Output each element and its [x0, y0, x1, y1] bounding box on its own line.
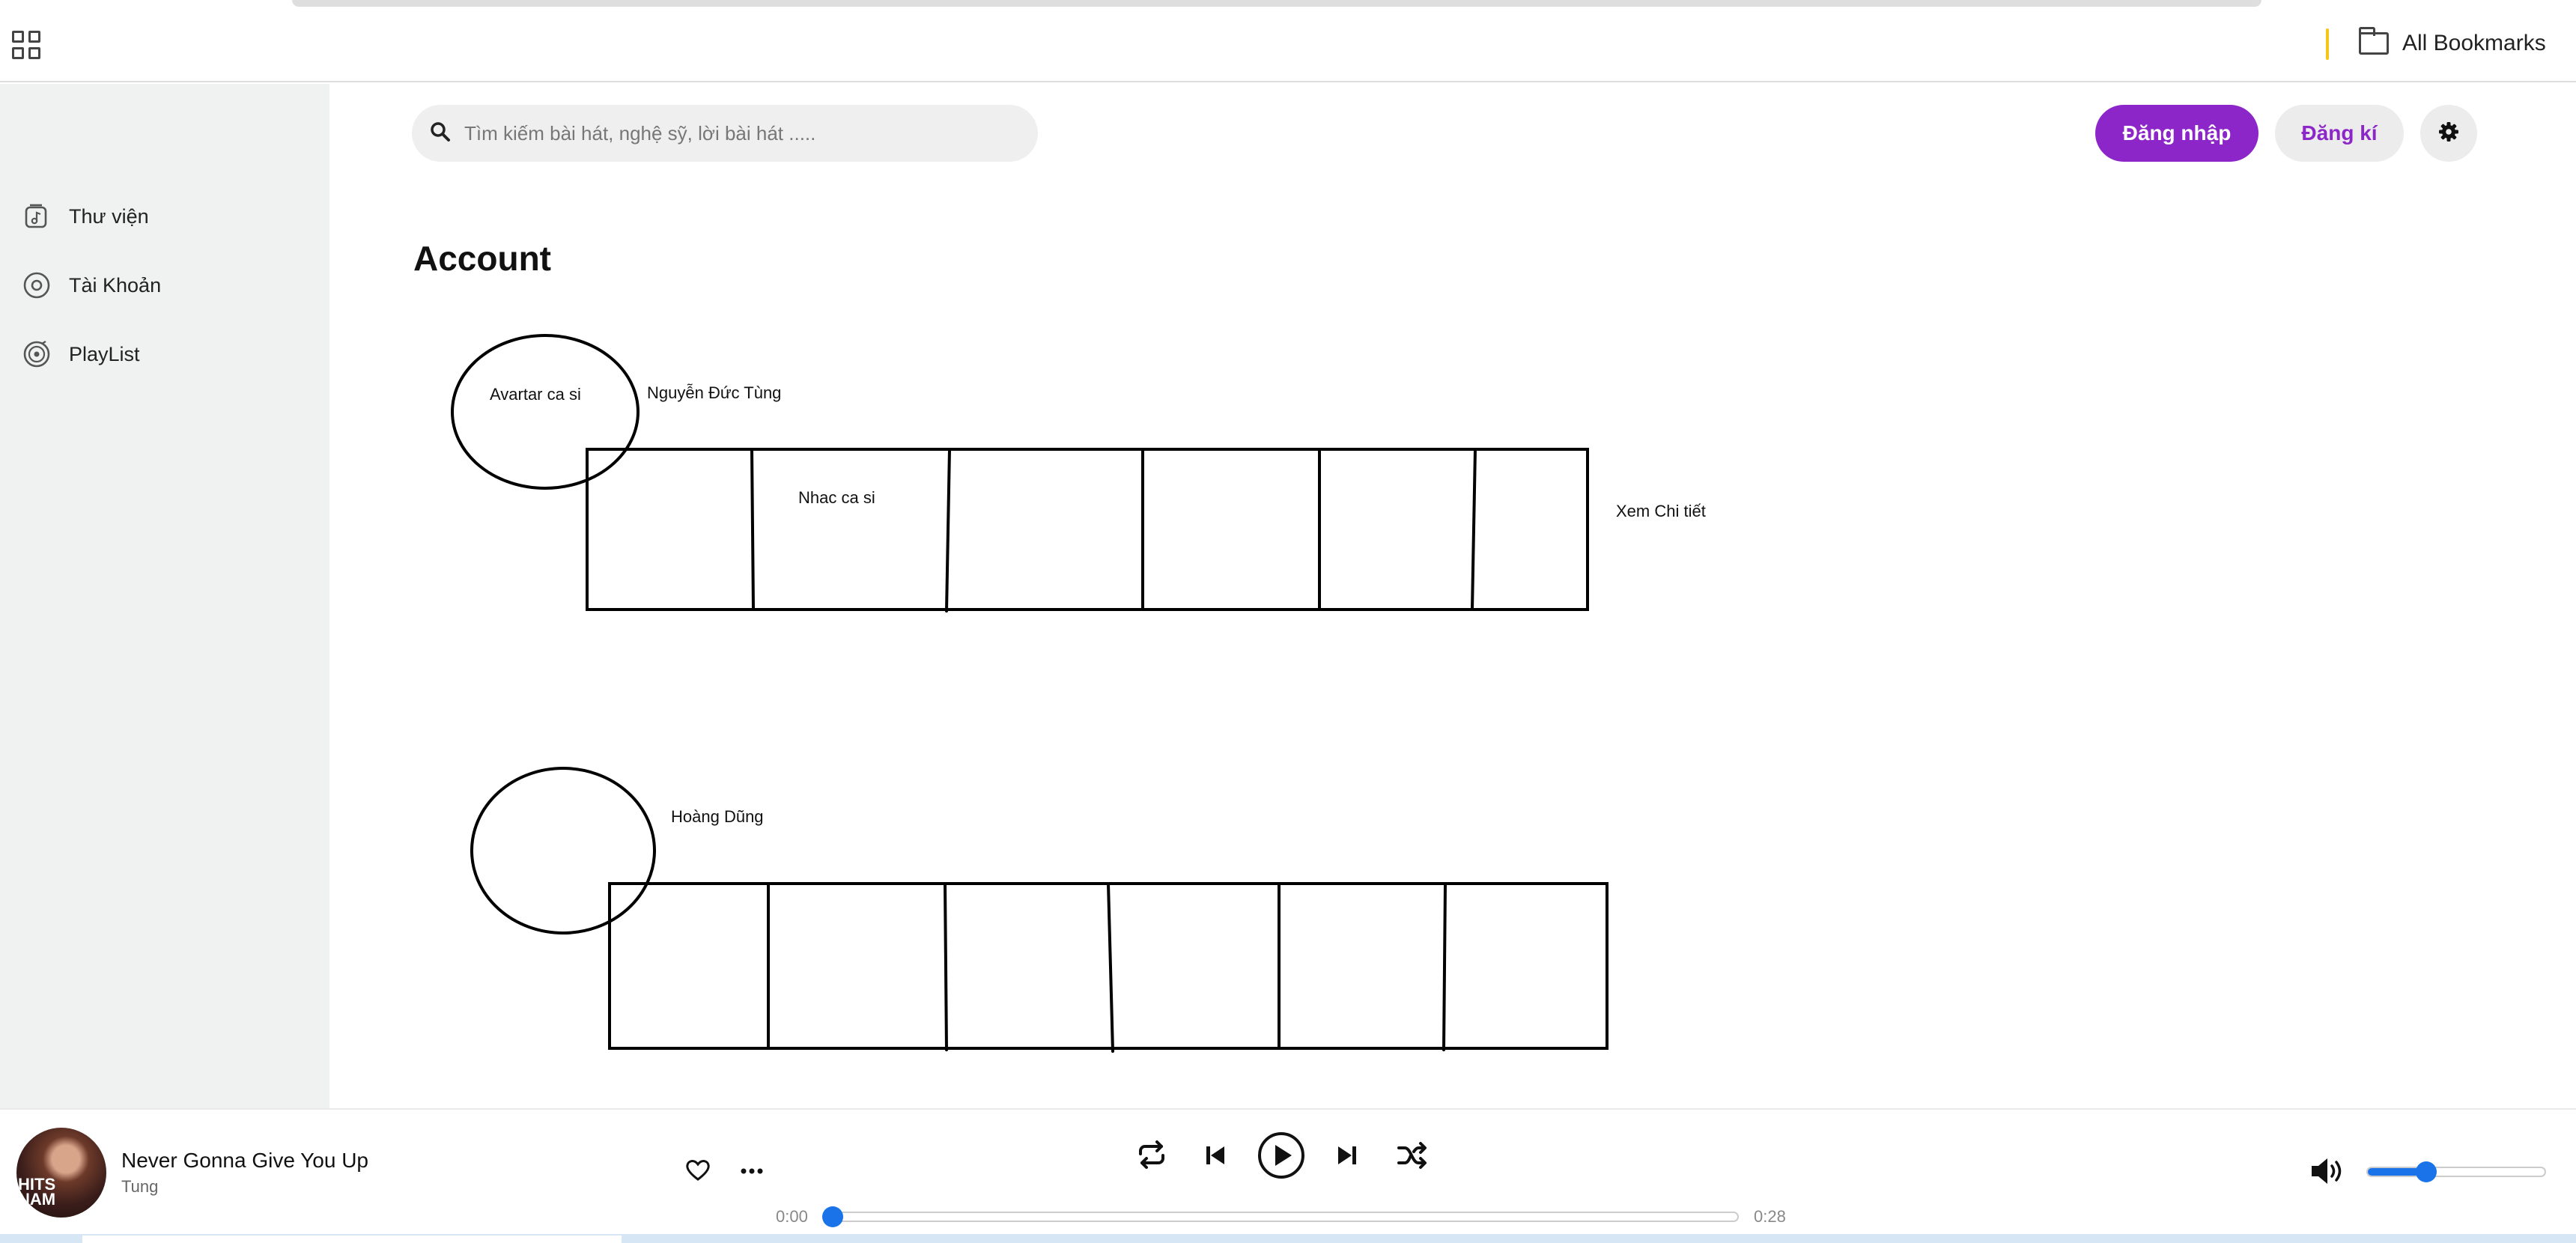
artist2-name: Hoàng Dũng	[671, 807, 764, 826]
shuffle-button[interactable]	[1393, 1138, 1432, 1176]
more-options-button[interactable]	[735, 1156, 768, 1186]
taskbar-strip	[0, 1234, 2576, 1243]
view-details-link[interactable]: Xem Chi tiết	[1616, 502, 1706, 521]
repeat-button[interactable]	[1132, 1137, 1171, 1176]
artist1-songs-row	[586, 448, 1589, 611]
album-cover: HITS NAM	[16, 1128, 106, 1218]
more-horizontal-icon	[741, 1164, 763, 1178]
repeat-icon	[1136, 1139, 1167, 1174]
heart-icon	[685, 1158, 711, 1185]
next-button[interactable]	[1330, 1140, 1364, 1174]
progress-handle[interactable]	[822, 1206, 843, 1227]
skip-forward-icon	[1335, 1143, 1359, 1171]
time-total: 0:28	[1754, 1207, 1786, 1226]
track-title: Never Gonna Give You Up	[121, 1149, 368, 1172]
skip-back-icon	[1203, 1143, 1227, 1171]
artist1-avatar-circle	[451, 334, 640, 490]
volume-button[interactable]	[2309, 1156, 2347, 1189]
previous-button[interactable]	[1198, 1140, 1233, 1174]
shuffle-icon	[1397, 1141, 1428, 1173]
play-button[interactable]	[1255, 1131, 1307, 1183]
play-icon	[1257, 1131, 1306, 1184]
artist2-avatar-circle	[470, 767, 656, 934]
player-bar: HITS NAM Never Gonna Give You Up Tung 0:…	[0, 1108, 2576, 1234]
progress-bar[interactable]	[822, 1206, 1739, 1227]
like-button[interactable]	[683, 1156, 713, 1186]
songs-label: Nhac ca si	[798, 488, 875, 507]
time-current: 0:00	[776, 1207, 808, 1226]
volume-slider[interactable]	[2366, 1161, 2546, 1182]
track-artist: Tung	[121, 1177, 159, 1196]
avatar-placeholder-label: Avartar ca si	[490, 385, 581, 404]
album-cover-text: HITS NAM	[18, 1175, 56, 1209]
wireframe-sketch	[451, 334, 1609, 1053]
app-root: All Bookmarks Thư viện Tài Khoản PlayLis…	[0, 0, 2576, 1243]
artist1-name: Nguyễn Đức Tùng	[647, 383, 782, 402]
volume-handle[interactable]	[2415, 1161, 2437, 1182]
volume-icon	[2309, 1156, 2347, 1190]
